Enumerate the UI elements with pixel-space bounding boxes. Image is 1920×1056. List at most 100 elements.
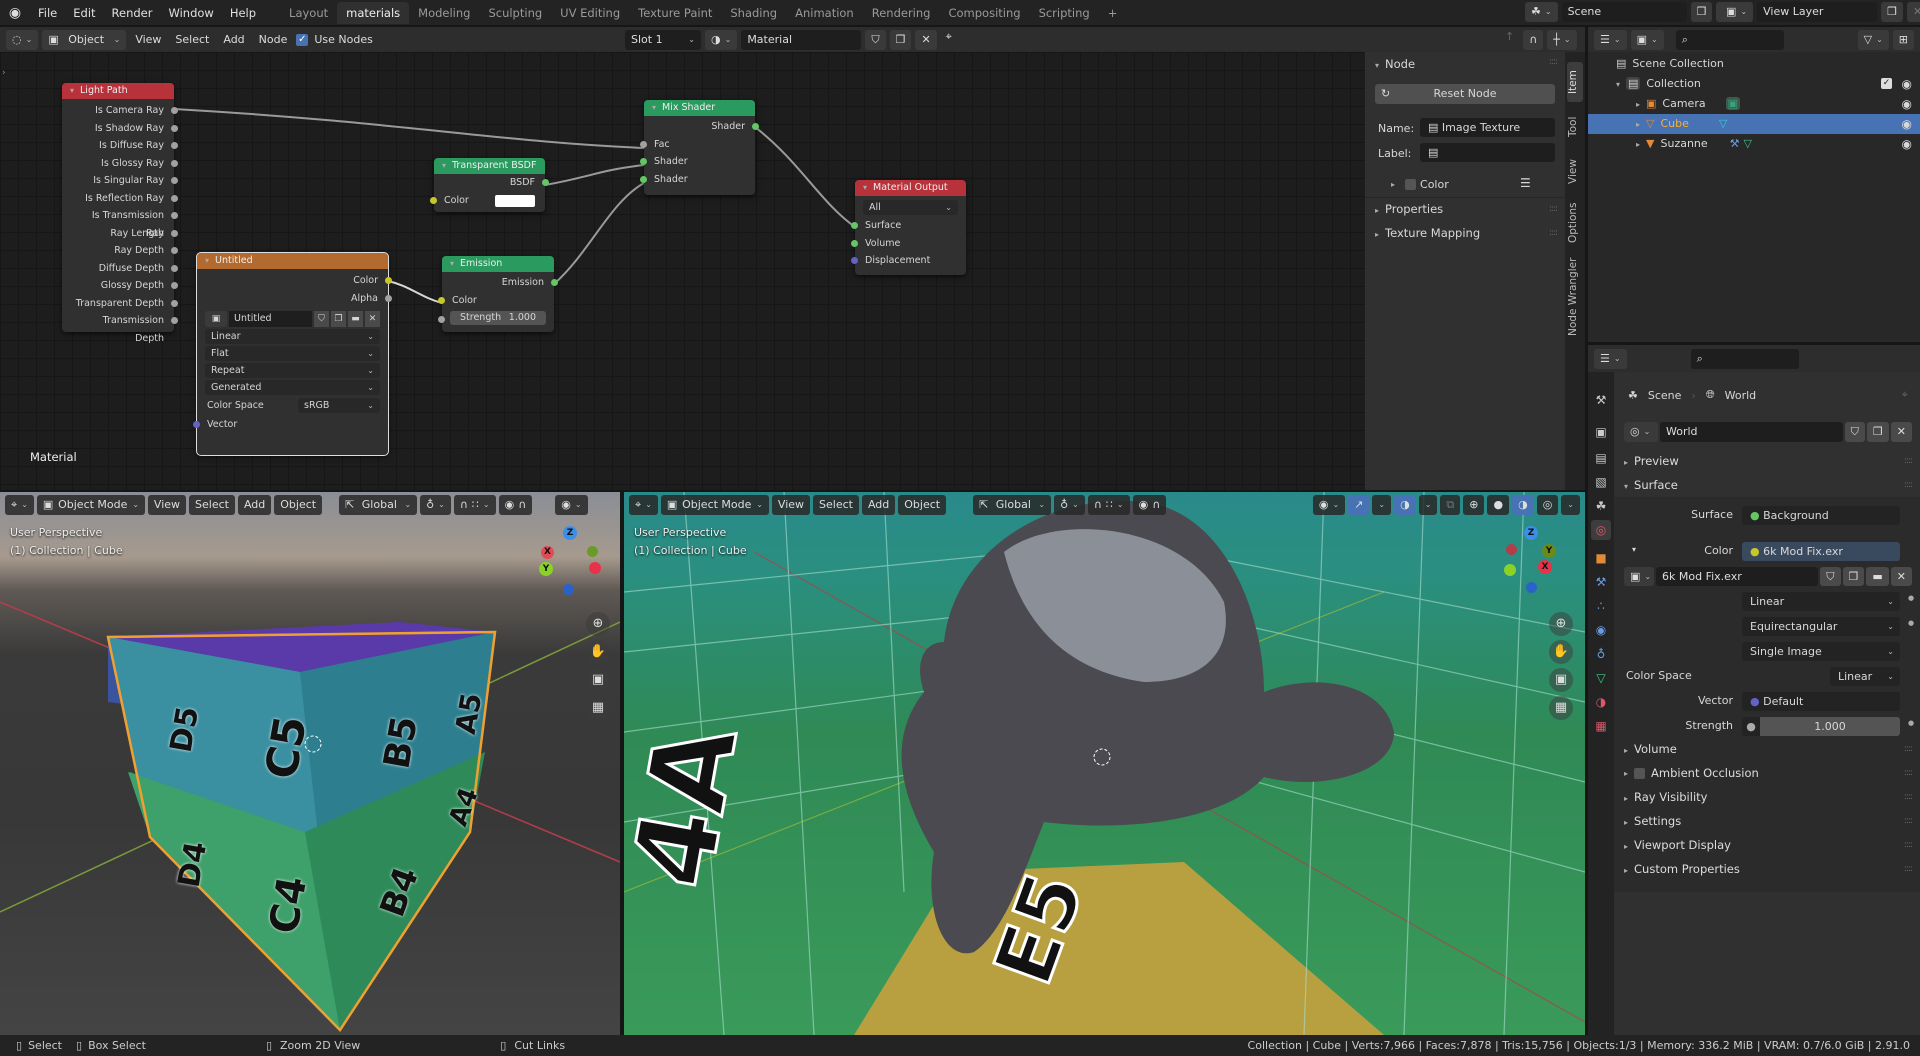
view-layer-icon[interactable]: ▧ bbox=[1591, 472, 1611, 492]
editor-type-button[interactable]: ⌖ ⌄ bbox=[629, 495, 658, 515]
socket-output[interactable] bbox=[171, 159, 178, 167]
menu-object[interactable]: Object bbox=[274, 495, 323, 515]
sidebar-tab-options[interactable]: Options bbox=[1567, 197, 1583, 249]
socket-output-shader[interactable] bbox=[752, 123, 759, 130]
socket-input-fac[interactable] bbox=[640, 140, 647, 148]
drag-handle-icon[interactable]: :::: bbox=[1904, 792, 1913, 802]
image-browse-button[interactable]: ▣ ⌄ bbox=[1624, 567, 1654, 586]
socket-output[interactable] bbox=[171, 124, 178, 132]
node-header[interactable]: ▾ Material Output bbox=[855, 180, 966, 196]
menu-object[interactable]: Object bbox=[898, 495, 947, 515]
gizmo-neg-y-axis[interactable] bbox=[1504, 564, 1516, 576]
constraints-icon[interactable]: ♁ bbox=[1591, 644, 1611, 664]
keyframe-dot-icon[interactable]: ● bbox=[1908, 619, 1914, 627]
menu-view[interactable]: View bbox=[771, 495, 811, 515]
reset-node-button[interactable]: ↻ Reset Node bbox=[1375, 84, 1555, 104]
outliner-collection[interactable]: ▾ ▤ Collection ✓ ◉ bbox=[1588, 74, 1920, 94]
texture-mapping-panel-header[interactable]: ▸ Texture Mapping bbox=[1375, 226, 1480, 240]
parent-node-tree-icon[interactable]: ↑ bbox=[1500, 30, 1519, 50]
shading-material-button[interactable]: ◑ bbox=[1512, 495, 1534, 515]
node-panel-header[interactable]: ▾ Node bbox=[1375, 57, 1415, 71]
tool-settings-icon[interactable]: ⚒ bbox=[1591, 390, 1611, 410]
collapse-icon[interactable]: ▾ bbox=[652, 103, 656, 112]
properties-panel-header[interactable]: ▸ Properties bbox=[1375, 202, 1443, 216]
eye-icon[interactable]: ◉ bbox=[1902, 114, 1912, 134]
presets-list-icon[interactable]: ☰ bbox=[1520, 176, 1531, 190]
gizmo-y-axis[interactable]: Y bbox=[539, 562, 553, 576]
view-layer-selector[interactable]: View Layer bbox=[1757, 2, 1878, 22]
new-material-button[interactable]: ❐ bbox=[889, 30, 912, 50]
new-collection-button[interactable]: ⊞ bbox=[1892, 29, 1914, 50]
expand-icon[interactable]: ▸ bbox=[1636, 100, 1640, 109]
open-image-button[interactable]: ▬ bbox=[1866, 567, 1889, 586]
shading-rendered-button[interactable]: ◎ bbox=[1536, 495, 1559, 515]
perspective-grid-icon[interactable]: ▦ bbox=[1549, 696, 1573, 720]
tab-layout[interactable]: Layout bbox=[280, 2, 337, 24]
color-space-dropdown[interactable]: Linear ⌄ bbox=[1830, 667, 1900, 686]
menu-help[interactable]: Help bbox=[222, 6, 264, 20]
tab-texture-paint[interactable]: Texture Paint bbox=[629, 2, 721, 24]
proportional-edit-toggle[interactable]: ◉ ∩ bbox=[498, 495, 533, 515]
collapse-icon[interactable]: ▾ bbox=[450, 259, 454, 268]
world-icon[interactable]: ◎ bbox=[1591, 520, 1611, 540]
gizmo-z-axis[interactable]: Z bbox=[1524, 526, 1538, 540]
drag-handle-icon[interactable]: :::: bbox=[1904, 768, 1913, 778]
visibility-dropdown[interactable]: ◉ ⌄ bbox=[1312, 495, 1346, 515]
vector-input-field[interactable]: ● Default bbox=[1742, 692, 1900, 711]
tab-compositing[interactable]: Compositing bbox=[939, 2, 1029, 24]
socket-output-alpha[interactable] bbox=[385, 294, 392, 302]
socket-output[interactable] bbox=[171, 107, 178, 114]
source-dropdown[interactable]: Generated ⌄ bbox=[205, 380, 380, 395]
drag-handle-icon[interactable]: :::: bbox=[1549, 228, 1558, 238]
expand-icon[interactable]: ▸ bbox=[1636, 140, 1640, 149]
node-material-output[interactable]: ▾ Material Output All ⌄ Surface Volume Dis… bbox=[851, 180, 966, 275]
perspective-grid-icon[interactable]: ▦ bbox=[586, 696, 610, 720]
drag-handle-icon[interactable]: :::: bbox=[1904, 744, 1913, 754]
mesh-data-icon[interactable]: ▽ bbox=[1719, 117, 1727, 130]
menu-file[interactable]: File bbox=[30, 6, 65, 20]
node-header[interactable]: ▾ Transparent BSDF bbox=[434, 158, 545, 174]
node-editor-canvas[interactable]: ▾ Light Path Is Camera Ray Is Shadow Ray … bbox=[0, 52, 1365, 490]
node-light-path[interactable]: ▾ Light Path Is Camera Ray Is Shadow Ray … bbox=[62, 83, 178, 344]
editor-type-button[interactable]: ◌ ⌄ bbox=[6, 29, 39, 50]
delete-view-layer-button[interactable]: ✕ bbox=[1906, 2, 1920, 22]
socket-input-shader[interactable] bbox=[640, 158, 647, 165]
overlays-toggle[interactable]: ◑ bbox=[1394, 495, 1416, 515]
socket-output[interactable] bbox=[171, 212, 178, 219]
menu-window[interactable]: Window bbox=[160, 6, 221, 20]
visibility-dropdown[interactable]: ◉ ⌄ bbox=[555, 495, 588, 515]
tab-rendering[interactable]: Rendering bbox=[863, 2, 940, 24]
socket-input-surface[interactable] bbox=[851, 222, 858, 229]
ambient-occlusion-checkbox[interactable] bbox=[1634, 767, 1646, 779]
keyframe-dot-icon[interactable]: ● bbox=[1908, 719, 1914, 727]
blender-logo-icon[interactable]: ◉ bbox=[0, 5, 30, 21]
color-checkbox[interactable] bbox=[1405, 179, 1417, 190]
unlink-image-button[interactable]: ✕ bbox=[1890, 567, 1912, 586]
scene-icon[interactable]: ☘ bbox=[1591, 496, 1611, 516]
socket-input-strength[interactable] bbox=[438, 316, 445, 323]
fake-user-button[interactable]: ⛉ bbox=[865, 30, 886, 50]
socket-output[interactable] bbox=[171, 264, 178, 272]
gizmo-z-axis[interactable]: Z bbox=[563, 526, 577, 540]
copy-icon[interactable]: ❐ bbox=[331, 311, 346, 327]
strength-field[interactable]: Strength 1.000 bbox=[450, 311, 546, 325]
unlink-world-button[interactable]: ✕ bbox=[1890, 422, 1912, 442]
socket-input-color[interactable] bbox=[430, 196, 437, 204]
world-browse-button[interactable]: ◎ ⌄ bbox=[1624, 422, 1658, 442]
breadcrumb-world[interactable]: World bbox=[1725, 389, 1757, 402]
output-icon[interactable]: ▤ bbox=[1591, 448, 1611, 468]
node-transparent-bsdf[interactable]: ▾ Transparent BSDF BSDF Color bbox=[430, 158, 549, 212]
keyframe-dot-icon[interactable]: ● bbox=[1908, 594, 1914, 602]
collapse-icon[interactable]: ▾ bbox=[205, 256, 209, 265]
toolbar-expand-icon[interactable]: › bbox=[2, 68, 6, 78]
collapse-icon[interactable]: ▾ bbox=[70, 86, 74, 95]
color-subpanel[interactable]: ▸ Color bbox=[1391, 178, 1449, 191]
outliner-item-camera[interactable]: ▸ ▣ Camera ▣ ◉ bbox=[1588, 94, 1920, 114]
drag-handle-icon[interactable]: :::: bbox=[1549, 57, 1558, 67]
menu-view[interactable]: View bbox=[147, 495, 187, 515]
render-icon[interactable]: ▣ bbox=[1591, 422, 1611, 442]
drag-handle-icon[interactable]: :::: bbox=[1904, 456, 1913, 466]
object-icon[interactable]: ■ bbox=[1591, 548, 1611, 568]
new-scene-button[interactable]: ❐ bbox=[1690, 2, 1713, 22]
socket-input-volume[interactable] bbox=[851, 239, 858, 247]
